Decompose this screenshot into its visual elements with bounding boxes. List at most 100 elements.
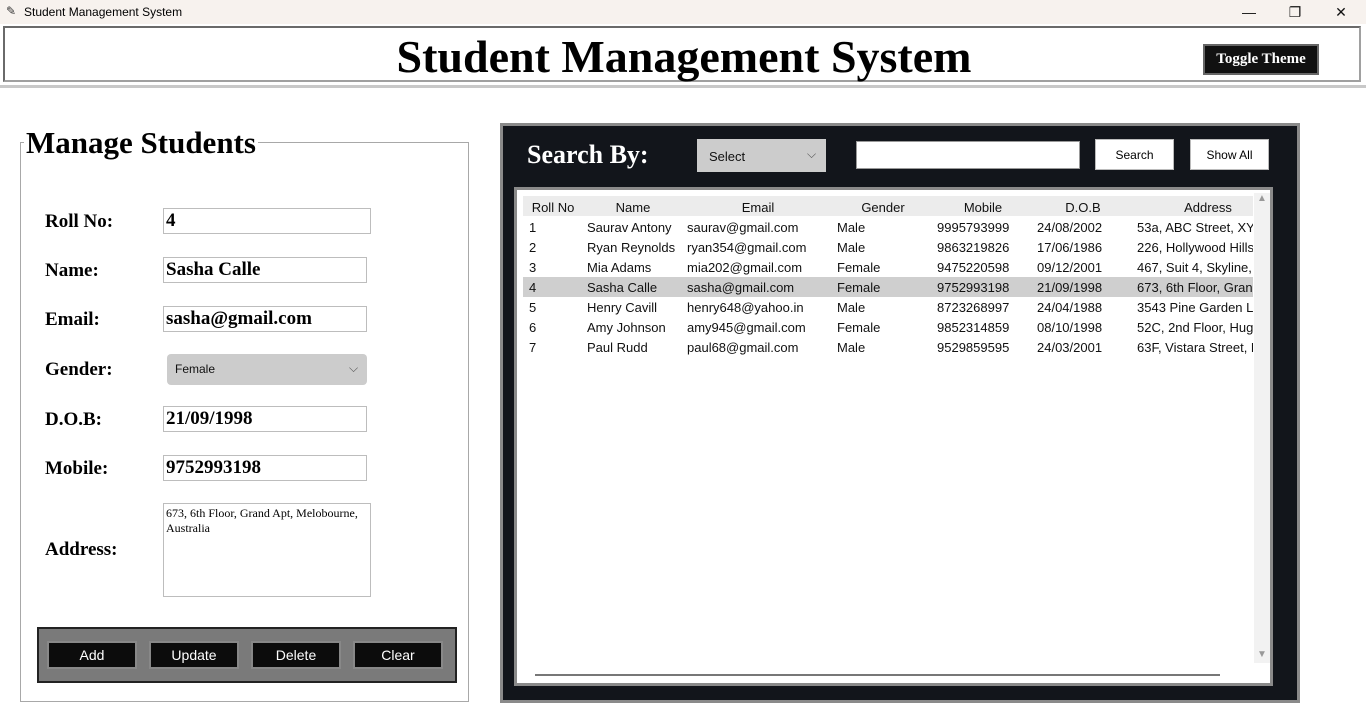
cell-address: 53a, ABC Street, XYZ xyxy=(1137,220,1253,235)
cell-email: saurav@gmail.com xyxy=(687,220,799,235)
table-row-selected[interactable]: 4 Sasha Calle sasha@gmail.com Female 975… xyxy=(523,277,1253,297)
toggle-theme-button[interactable]: Toggle Theme xyxy=(1203,44,1319,75)
cell-roll-no: 6 xyxy=(529,320,537,335)
close-button[interactable]: ✕ xyxy=(1318,0,1364,24)
cell-dob: 17/06/1986 xyxy=(1037,240,1103,255)
app-header: Student Management System Toggle Theme xyxy=(3,26,1361,82)
column-header-dob[interactable]: D.O.B xyxy=(1033,200,1133,215)
search-by-label: Search By: xyxy=(527,140,649,169)
cell-email: sasha@gmail.com xyxy=(687,280,795,295)
cell-roll-no: 4 xyxy=(529,280,537,295)
cell-dob: 09/12/2001 xyxy=(1037,260,1103,275)
address-label: Address: xyxy=(45,539,118,560)
cell-name: Sasha Calle xyxy=(587,280,658,295)
show-all-button[interactable]: Show All xyxy=(1190,139,1269,170)
cell-dob: 08/10/1998 xyxy=(1037,320,1103,335)
cell-mobile: 9863219826 xyxy=(937,240,1010,255)
delete-button[interactable]: Delete xyxy=(251,641,341,669)
column-header-name[interactable]: Name xyxy=(583,200,683,215)
mobile-input[interactable]: 9752993198 xyxy=(163,455,367,481)
cell-email: mia202@gmail.com xyxy=(687,260,803,275)
column-header-gender[interactable]: Gender xyxy=(833,200,933,215)
feather-icon: ✎ xyxy=(6,4,17,18)
name-input[interactable]: Sasha Calle xyxy=(163,257,367,283)
window-title: Student Management System xyxy=(24,5,183,19)
cell-roll-no: 7 xyxy=(529,340,537,355)
search-input[interactable] xyxy=(856,141,1080,169)
search-by-select-value: Select xyxy=(709,149,746,164)
add-button[interactable]: Add xyxy=(47,641,137,669)
email-label: Email: xyxy=(45,309,100,330)
cell-email: amy945@gmail.com xyxy=(687,320,806,335)
cell-address: 52C, 2nd Floor, Hug xyxy=(1137,320,1253,335)
cell-email: henry648@yahoo.in xyxy=(687,300,804,315)
cell-dob: 21/09/1998 xyxy=(1037,280,1103,295)
gender-label: Gender: xyxy=(45,359,113,380)
gender-select-value: Female xyxy=(175,362,216,376)
cell-name: Paul Rudd xyxy=(587,340,648,355)
manage-students-title: Manage Students xyxy=(24,125,258,161)
clear-button[interactable]: Clear xyxy=(353,641,443,669)
cell-mobile: 9995793999 xyxy=(937,220,1010,235)
close-icon: ✕ xyxy=(1335,3,1347,20)
cell-gender: Male xyxy=(837,240,866,255)
cell-roll-no: 1 xyxy=(529,220,537,235)
minimize-icon: — xyxy=(1242,4,1256,20)
cell-name: Henry Cavill xyxy=(587,300,658,315)
cell-address: 63F, Vistara Street, N xyxy=(1137,340,1253,355)
table-row[interactable]: 1 Saurav Antony saurav@gmail.com Male 99… xyxy=(523,217,1253,237)
email-input[interactable]: sasha@gmail.com xyxy=(163,306,367,332)
table-row[interactable]: 5 Henry Cavill henry648@yahoo.in Male 87… xyxy=(523,297,1253,317)
student-table[interactable]: Roll No Name Email Gender Mobile D.O.B A… xyxy=(520,193,1253,663)
roll-no-input[interactable]: 4 xyxy=(163,208,371,234)
cell-dob: 24/03/2001 xyxy=(1037,340,1103,355)
dob-label: D.O.B: xyxy=(45,409,102,430)
column-header-roll-no[interactable]: Roll No xyxy=(523,200,583,215)
cell-gender: Female xyxy=(837,260,881,275)
restore-icon: ❐ xyxy=(1288,3,1302,20)
column-header-address[interactable]: Address xyxy=(1133,200,1253,215)
cell-email: paul68@gmail.com xyxy=(687,340,799,355)
action-button-bar: Add Update Delete Clear xyxy=(37,627,457,683)
cell-mobile: 8723268997 xyxy=(937,300,1010,315)
update-button[interactable]: Update xyxy=(149,641,239,669)
page-title: Student Management System xyxy=(396,31,972,82)
minimize-button[interactable]: — xyxy=(1226,0,1272,24)
cell-roll-no: 3 xyxy=(529,260,537,275)
cell-dob: 24/04/1988 xyxy=(1037,300,1103,315)
search-by-select[interactable]: Select ⌵ xyxy=(697,139,826,172)
search-button[interactable]: Search xyxy=(1095,139,1174,170)
cell-gender: Male xyxy=(837,340,866,355)
cell-name: Ryan Reynolds xyxy=(587,240,676,255)
vertical-scrollbar[interactable]: ▲ ▼ xyxy=(1254,193,1270,663)
cell-name: Mia Adams xyxy=(587,260,652,275)
cell-mobile: 9752993198 xyxy=(937,280,1010,295)
horizontal-scrollbar-thumb[interactable] xyxy=(535,674,1220,676)
cell-mobile: 9529859595 xyxy=(937,340,1010,355)
cell-email: ryan354@gmail.com xyxy=(687,240,807,255)
column-header-mobile[interactable]: Mobile xyxy=(933,200,1033,215)
cell-name: Amy Johnson xyxy=(587,320,666,335)
cell-address: 3543 Pine Garden La xyxy=(1137,300,1253,315)
scroll-up-icon[interactable]: ▲ xyxy=(1257,193,1267,204)
cell-name: Saurav Antony xyxy=(587,220,672,235)
maximize-button[interactable]: ❐ xyxy=(1272,0,1318,24)
window-titlebar: ✎ Student Management System — ❐ ✕ xyxy=(0,0,1366,24)
column-header-email[interactable]: Email xyxy=(683,200,833,215)
dob-input[interactable]: 21/09/1998 xyxy=(163,406,367,432)
gender-select[interactable]: Female ⌵ xyxy=(167,354,367,385)
cell-address: 673, 6th Floor, Gran xyxy=(1137,280,1253,295)
cell-gender: Male xyxy=(837,220,866,235)
table-row[interactable]: 7 Paul Rudd paul68@gmail.com Male 952985… xyxy=(523,337,1253,357)
cell-gender: Male xyxy=(837,300,866,315)
cell-gender: Female xyxy=(837,320,881,335)
cell-mobile: 9852314859 xyxy=(937,320,1010,335)
table-row[interactable]: 6 Amy Johnson amy945@gmail.com Female 98… xyxy=(523,317,1253,337)
table-row[interactable]: 3 Mia Adams mia202@gmail.com Female 9475… xyxy=(523,257,1253,277)
address-textarea[interactable]: 673, 6th Floor, Grand Apt, Melobourne, A… xyxy=(163,503,371,597)
cell-address: 226, Hollywood Hills xyxy=(1137,240,1253,255)
table-row[interactable]: 2 Ryan Reynolds ryan354@gmail.com Male 9… xyxy=(523,237,1253,257)
cell-roll-no: 5 xyxy=(529,300,537,315)
cell-gender: Female xyxy=(837,280,881,295)
scroll-down-icon[interactable]: ▼ xyxy=(1257,649,1267,660)
